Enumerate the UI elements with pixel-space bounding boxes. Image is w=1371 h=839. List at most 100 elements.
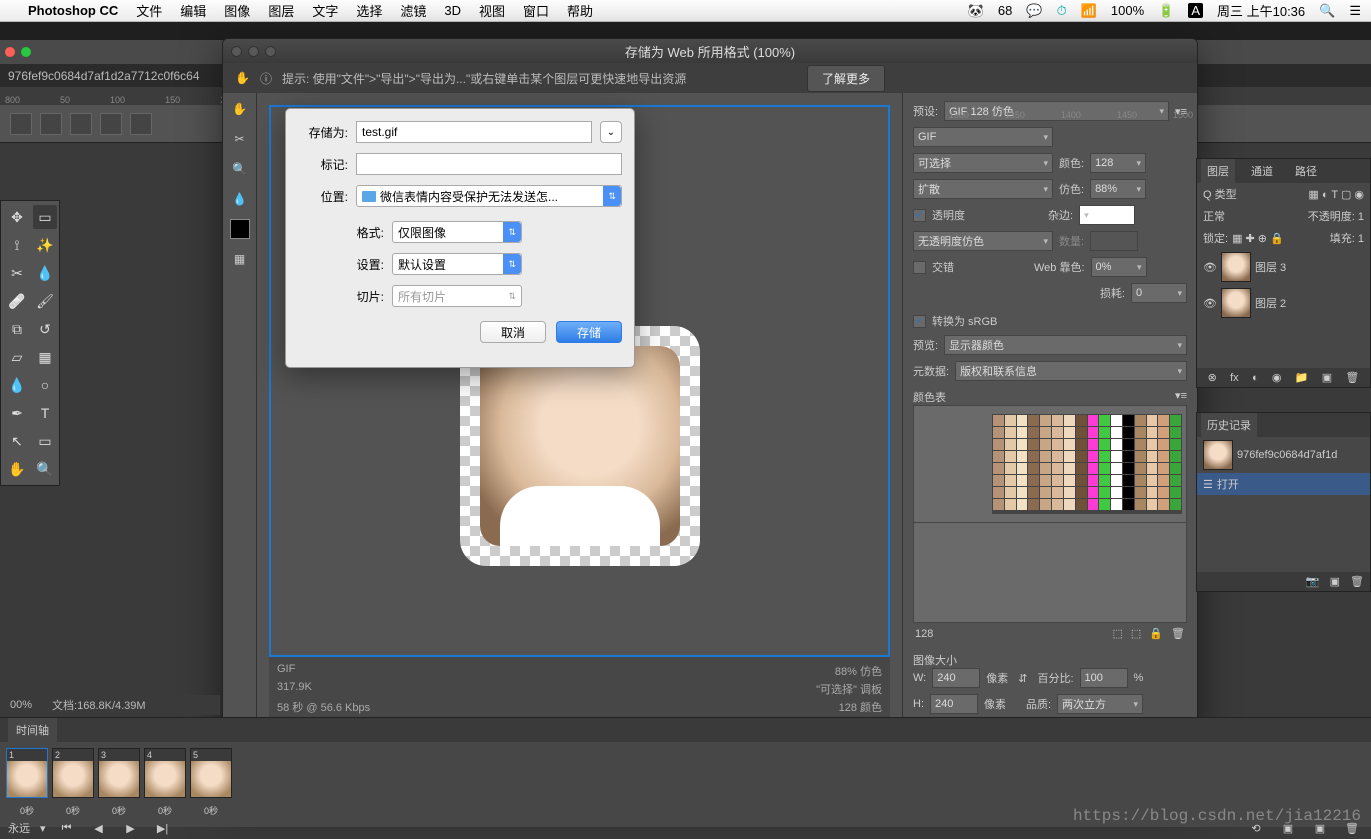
frame-item[interactable]: 5 [190, 748, 232, 798]
zoom-dot[interactable] [21, 47, 31, 57]
eye-icon[interactable]: 👁 [1203, 261, 1217, 274]
history-item[interactable]: 976fef9c0684d7af1d [1197, 437, 1370, 473]
menu-view[interactable]: 视图 [479, 1, 505, 20]
new-icon[interactable]: ▣ [1322, 371, 1332, 384]
format-select[interactable]: 仅限图像⇅ [392, 221, 522, 243]
prev-button[interactable]: ◀ [88, 819, 110, 837]
tab-paths[interactable]: 路径 [1289, 159, 1323, 183]
dodge-tool-icon[interactable]: ○ [33, 373, 57, 397]
menu-3d[interactable]: 3D [444, 3, 461, 18]
expand-button[interactable]: ⌄ [600, 121, 622, 143]
layer-name[interactable]: 图层 3 [1255, 259, 1286, 275]
tab-layers[interactable]: 图层 [1201, 159, 1235, 183]
history-item[interactable]: ☰打开 [1197, 473, 1370, 495]
color-table[interactable] [992, 414, 1182, 514]
wifi-icon[interactable]: 📶 [1081, 3, 1097, 19]
sfw-slice-icon[interactable]: ✂ [230, 129, 250, 149]
type-tool-icon[interactable]: T [33, 401, 57, 425]
interlace-check[interactable] [913, 261, 926, 274]
dialog-cancel-button[interactable]: 取消 [480, 321, 546, 343]
ct-icon[interactable]: ⬚ [1113, 627, 1123, 640]
learn-more-button[interactable]: 了解更多 [807, 65, 885, 92]
palette-select[interactable]: 可选择 [913, 153, 1053, 173]
trans-dither-select[interactable]: 无透明度仿色 [913, 231, 1053, 251]
stamp-tool-icon[interactable]: ⧉ [5, 317, 29, 341]
adj-icon[interactable]: ◉ [1272, 371, 1282, 384]
sfw-eyedropper-icon[interactable]: 💧 [230, 189, 250, 209]
move-tool-icon[interactable]: ✥ [5, 205, 29, 229]
websnap-select[interactable]: 0% [1091, 257, 1147, 277]
play-button[interactable]: ▶ [120, 819, 142, 837]
lasso-tool-icon[interactable]: ⟟ [5, 233, 29, 257]
preview-select[interactable]: 显示器颜色 [944, 335, 1187, 355]
sfw-zoom-icon[interactable]: 🔍 [230, 159, 250, 179]
settings-select[interactable]: 默认设置⇅ [392, 253, 522, 275]
spotlight-icon[interactable]: 🔍 [1319, 3, 1335, 19]
new-icon[interactable]: ▣ [1330, 575, 1340, 588]
link-icon[interactable]: ⊗ [1208, 371, 1217, 384]
frame-item[interactable]: 2 [52, 748, 94, 798]
location-select[interactable]: 微信表情内容受保护无法发送怎...⇅ [356, 185, 622, 207]
quality-select[interactable]: 两次立方 [1057, 694, 1143, 714]
ct-lock-icon[interactable]: 🔒 [1149, 627, 1163, 640]
folder-icon[interactable]: 📁 [1295, 371, 1309, 384]
menu-window[interactable]: 窗口 [523, 1, 549, 20]
dither-pct-select[interactable]: 88% [1090, 179, 1146, 199]
sfw-min-icon[interactable] [248, 46, 259, 57]
height-input[interactable] [930, 694, 978, 714]
notification-icon[interactable]: ☰ [1349, 3, 1361, 19]
zoom-status[interactable]: 00% [10, 699, 32, 711]
menu-image[interactable]: 图像 [224, 1, 250, 20]
tab-history[interactable]: 历史记录 [1201, 413, 1257, 437]
zoom-tool-icon[interactable]: 🔍 [33, 457, 57, 481]
tool-preset[interactable] [10, 113, 32, 135]
tab-channels[interactable]: 通道 [1245, 159, 1279, 183]
frame-item[interactable]: 1 [6, 748, 48, 798]
gradient-tool-icon[interactable]: ▦ [33, 345, 57, 369]
opt-1[interactable] [40, 113, 62, 135]
opt-4[interactable] [130, 113, 152, 135]
menu-help[interactable]: 帮助 [567, 1, 593, 20]
tab-timeline[interactable]: 时间轴 [8, 718, 57, 742]
opt-2[interactable] [70, 113, 92, 135]
matte-select[interactable] [1079, 205, 1135, 225]
width-input[interactable] [932, 668, 980, 688]
hand-tool-icon[interactable]: ✋ [5, 457, 29, 481]
menu-filter[interactable]: 滤镜 [400, 1, 426, 20]
brush-tool-icon[interactable]: 🖌 [33, 289, 57, 313]
shape-tool-icon[interactable]: ▭ [33, 429, 57, 453]
loop-select[interactable]: 永远 [8, 820, 30, 836]
filename-input[interactable] [356, 121, 592, 143]
wand-tool-icon[interactable]: ✨ [33, 233, 57, 257]
layer-name[interactable]: 图层 2 [1255, 295, 1286, 311]
menu-edit[interactable]: 编辑 [180, 1, 206, 20]
fill-label[interactable]: 填充: 1 [1330, 230, 1364, 246]
blend-mode-select[interactable]: 正常 [1203, 208, 1225, 224]
menu-type[interactable]: 文字 [312, 1, 338, 20]
sfw-hand-icon[interactable]: ✋ [230, 99, 250, 119]
srgb-check[interactable]: ✓ [913, 315, 926, 328]
menu-select[interactable]: 选择 [356, 1, 382, 20]
app-name[interactable]: Photoshop CC [28, 3, 118, 18]
lossy-input[interactable]: 0 [1131, 283, 1187, 303]
camera-icon[interactable]: 📷 [1306, 575, 1320, 588]
timer-icon[interactable]: ⏱ [1057, 3, 1067, 19]
ct-trash-icon[interactable]: 🗑 [1171, 627, 1185, 640]
ct-icon[interactable]: ⬚ [1131, 627, 1141, 640]
layer-row[interactable]: 👁 图层 2 [1197, 285, 1370, 321]
eraser-tool-icon[interactable]: ▱ [5, 345, 29, 369]
first-button[interactable]: ⏮ [56, 819, 78, 837]
metadata-select[interactable]: 版权和联系信息 [955, 361, 1187, 381]
menu-file[interactable]: 文件 [136, 1, 162, 20]
frame-item[interactable]: 4 [144, 748, 186, 798]
close-dot[interactable] [5, 47, 15, 57]
fx-icon[interactable]: fx [1230, 372, 1239, 384]
frame-item[interactable]: 3 [98, 748, 140, 798]
trash-icon[interactable]: 🗑 [1345, 371, 1359, 384]
format-select[interactable]: GIF [913, 127, 1053, 147]
eye-icon[interactable]: 👁 [1203, 297, 1217, 310]
frame-delay[interactable]: 0秒 [98, 804, 140, 817]
pen-tool-icon[interactable]: ✒ [5, 401, 29, 425]
blur-tool-icon[interactable]: 💧 [5, 373, 29, 397]
layer-row[interactable]: 👁 图层 3 [1197, 249, 1370, 285]
